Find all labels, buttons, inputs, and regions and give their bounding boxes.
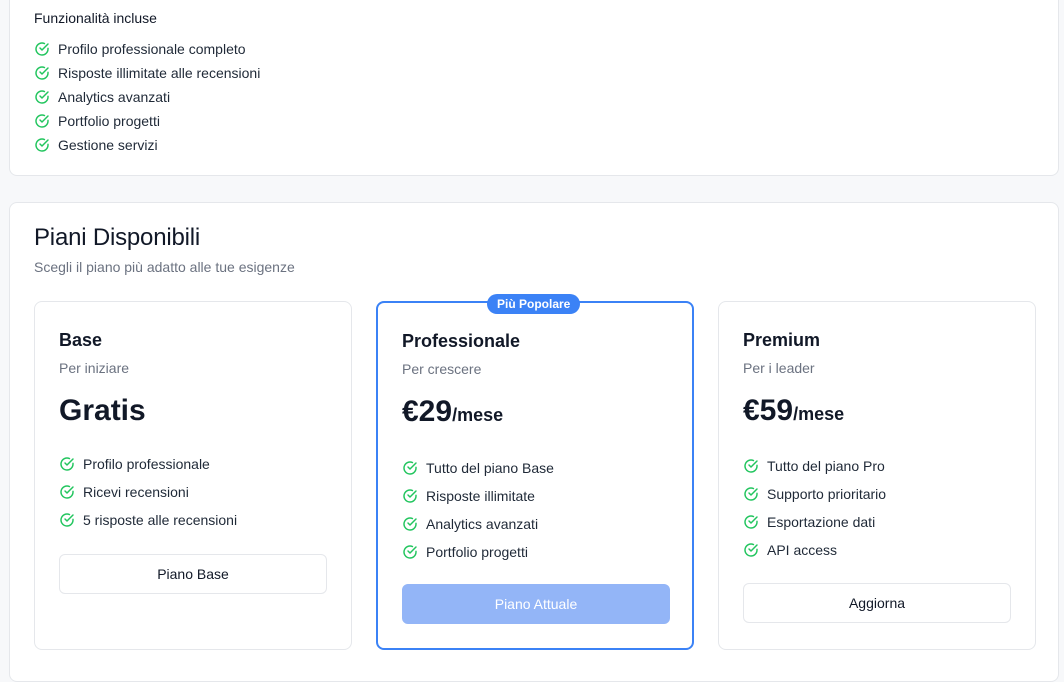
popular-badge: Più Popolare <box>487 294 581 314</box>
feature-label: Portfolio progetti <box>426 544 528 560</box>
plan-description: Per iniziare <box>59 360 130 376</box>
plan-description: Per crescere <box>402 361 482 377</box>
circle-check-icon <box>402 488 418 504</box>
feature-label: Portfolio progetti <box>58 113 160 129</box>
list-item: Analytics avanzati <box>34 85 260 109</box>
circle-check-icon <box>34 89 50 105</box>
circle-check-icon <box>34 137 50 153</box>
upgrade-button[interactable]: Aggiorna <box>743 583 1011 623</box>
plan-price: Gratis <box>59 394 146 428</box>
plan-features: Profilo professionale Ricevi recensioni … <box>59 450 237 534</box>
plan-name: Premium <box>743 330 821 350</box>
circle-check-icon <box>402 516 418 532</box>
list-item: Supporto prioritario <box>743 480 886 508</box>
feature-label: Risposte illimitate <box>426 488 535 504</box>
circle-check-icon <box>34 113 50 129</box>
list-item: Tutto del piano Base <box>402 454 554 482</box>
plan-name: Professionale <box>402 331 521 351</box>
feature-label: Gestione servizi <box>58 137 158 153</box>
page-title: Piani Disponibili <box>34 224 201 251</box>
feature-label: API access <box>767 542 838 558</box>
features-title: Funzionalità incluse <box>34 10 157 26</box>
list-item: Portfolio progetti <box>34 109 260 133</box>
circle-check-icon <box>59 484 75 500</box>
list-item: Risposte illimitate <box>402 482 554 510</box>
feature-label: Profilo professionale <box>83 456 210 472</box>
plan-name: Base <box>59 330 103 350</box>
circle-check-icon <box>743 486 759 502</box>
list-item: Profilo professionale completo <box>34 37 260 61</box>
plan-features: Tutto del piano Pro Supporto prioritario… <box>743 452 886 564</box>
current-plan-button[interactable]: Piano Attuale <box>402 584 670 624</box>
circle-check-icon <box>34 65 50 81</box>
price-period: /mese <box>452 405 504 425</box>
list-item: 5 risposte alle recensioni <box>59 506 237 534</box>
list-item: Analytics avanzati <box>402 510 554 538</box>
circle-check-icon <box>743 514 759 530</box>
feature-label: Tutto del piano Base <box>426 460 554 476</box>
feature-label: Supporto prioritario <box>767 486 887 502</box>
list-item: Risposte illimitate alle recensioni <box>34 61 260 85</box>
plan-features: Tutto del piano Base Risposte illimitate… <box>402 454 554 566</box>
plan-card-premium: Premium Per i leader €59 /mese Tutto del… <box>718 301 1036 650</box>
plan-price: €59 /mese <box>743 394 844 428</box>
feature-label: Ricevi recensioni <box>83 484 189 500</box>
feature-label: 5 risposte alle recensioni <box>83 512 238 528</box>
feature-label: Tutto del piano Pro <box>767 458 885 474</box>
price-amount: Gratis <box>59 394 146 427</box>
circle-check-icon <box>59 456 75 472</box>
list-item: Tutto del piano Pro <box>743 452 886 480</box>
plan-card-base: Base Per iniziare Gratis Profilo profess… <box>34 301 352 650</box>
circle-check-icon <box>743 542 759 558</box>
circle-check-icon <box>402 544 418 560</box>
circle-check-icon <box>34 41 50 57</box>
plan-base-button[interactable]: Piano Base <box>59 554 327 594</box>
list-item: Gestione servizi <box>34 133 260 157</box>
list-item: API access <box>743 536 886 564</box>
list-item: Ricevi recensioni <box>59 478 237 506</box>
circle-check-icon <box>402 460 418 476</box>
plan-price: €29 /mese <box>402 395 503 429</box>
list-item: Esportazione dati <box>743 508 886 536</box>
price-period: /mese <box>793 404 845 424</box>
list-item: Profilo professionale <box>59 450 237 478</box>
feature-label: Esportazione dati <box>767 514 876 530</box>
price-amount: €59 <box>743 394 794 427</box>
feature-label: Risposte illimitate alle recensioni <box>58 65 261 81</box>
list-item: Portfolio progetti <box>402 538 554 566</box>
feature-label: Analytics avanzati <box>58 89 171 105</box>
circle-check-icon <box>59 512 75 528</box>
features-list: Profilo professionale completo Risposte … <box>34 37 260 157</box>
page-subtitle: Scegli il piano più adatto alle tue esig… <box>34 259 295 275</box>
plan-description: Per i leader <box>743 360 815 376</box>
circle-check-icon <box>743 458 759 474</box>
feature-label: Profilo professionale completo <box>58 41 246 57</box>
price-amount: €29 <box>402 395 453 428</box>
feature-label: Analytics avanzati <box>426 516 539 532</box>
plan-card-professional: Professionale Per crescere €29 /mese Tut… <box>376 301 694 650</box>
